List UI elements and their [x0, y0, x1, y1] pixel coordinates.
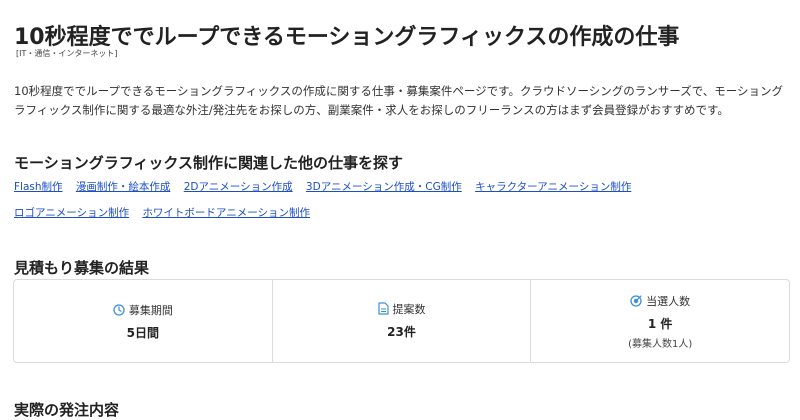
related-link-character-animation[interactable]: キャラクターアニメーション制作 — [475, 181, 631, 193]
related-link-logo-animation[interactable]: ロゴアニメーション制作 — [14, 207, 129, 219]
target-icon — [630, 294, 642, 307]
job-page: 10秒程度ででループできるモーショングラフィックスの作成の仕事 [IT・通信・イ… — [0, 0, 800, 420]
proposals-cell: 提案数 23件 — [273, 280, 532, 362]
related-jobs-heading: モーショングラフィックス制作に関連した他の仕事を探す — [14, 154, 403, 173]
related-link-3d-animation[interactable]: 3Dアニメーション作成・CG制作 — [306, 181, 462, 193]
period-value: 5日間 — [126, 325, 160, 340]
selected-cell: 当選人数 1 件 (募集人数1人) — [531, 280, 789, 362]
results-heading: 見積もり募集の結果 — [14, 259, 150, 278]
results-summary-box: 募集期間 5日間 提案数 23件 当選人数 1 件 (募集人数1人) — [13, 279, 790, 363]
related-links-list: Flash制作 漫画制作・絵本作成 2Dアニメーション作成 3Dアニメーション作… — [14, 174, 754, 226]
page-title: 10秒程度ででループできるモーショングラフィックスの作成の仕事 — [14, 24, 680, 50]
proposals-value: 23件 — [387, 324, 416, 339]
page-description: 10秒程度ででループできるモーショングラフィックスの作成に関する仕事・募集案件ペ… — [14, 83, 784, 117]
selected-value: 1 件 — [647, 316, 673, 331]
period-cell: 募集期間 5日間 — [14, 280, 273, 362]
clock-icon — [113, 303, 125, 316]
document-icon — [377, 302, 389, 315]
related-link-2d-animation[interactable]: 2Dアニメーション作成 — [184, 181, 293, 193]
proposals-label: 提案数 — [392, 302, 426, 316]
selected-label: 当選人数 — [646, 294, 691, 308]
period-label: 募集期間 — [128, 303, 173, 317]
related-link-flash[interactable]: Flash制作 — [14, 181, 63, 193]
actual-order-heading: 実際の発注内容 — [14, 401, 120, 420]
related-link-manga[interactable]: 漫画制作・絵本作成 — [76, 181, 171, 193]
related-link-whiteboard-animation[interactable]: ホワイトボードアニメーション制作 — [142, 207, 310, 219]
category-label: [IT・通信・インターネット] — [16, 49, 118, 58]
selected-sub: (募集人数1人) — [628, 338, 693, 350]
